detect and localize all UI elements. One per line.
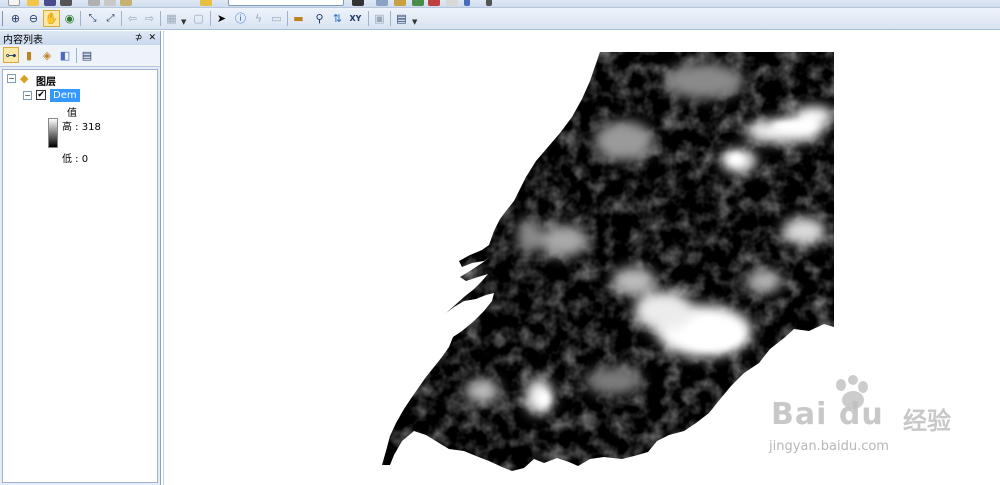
chevron-down-icon[interactable]: ▼ [412, 18, 417, 26]
zoom-in-icon[interactable]: ⊕ [7, 10, 24, 27]
data-frame-label[interactable]: 图层 [36, 73, 56, 88]
identify-icon[interactable]: ⓘ [232, 10, 249, 27]
list-by-source-icon[interactable]: ▮ [21, 47, 37, 63]
toolbar-separator [210, 11, 211, 26]
list-by-visibility-icon[interactable]: ◈ [39, 47, 55, 63]
toc-header: 内容列表 ⊅ ✕ [0, 31, 160, 46]
full-extent-icon[interactable]: ◉ [61, 10, 78, 27]
paste-icon[interactable] [120, 0, 132, 6]
toolbar-separator [390, 11, 391, 26]
clear-selection-icon[interactable]: ▢ [190, 10, 207, 27]
options-icon[interactable]: ▤ [79, 47, 95, 63]
help-icon[interactable] [464, 0, 470, 6]
chevron-down-icon[interactable]: ▼ [181, 18, 186, 26]
add-data-icon[interactable] [200, 0, 212, 6]
fixed-zoom-out-icon[interactable]: ⤢ [102, 10, 119, 27]
toolbar-separator [160, 11, 161, 26]
save-icon[interactable] [44, 0, 56, 6]
select-elements-icon[interactable]: ➤ [213, 10, 230, 27]
toc-toolbar: ⊶ ▮ ◈ ◧ ▤ [0, 45, 160, 67]
find-icon[interactable]: ⚲ [311, 10, 328, 27]
watermark-suffix: 经验 [903, 407, 951, 435]
go-back-icon[interactable]: ⇦ [124, 10, 141, 27]
go-forward-icon[interactable]: ⇨ [141, 10, 158, 27]
fixed-zoom-in-icon[interactable]: ⤡ [84, 10, 101, 27]
tools-toolbar: ⊕ ⊖ ✋ ◉ ⤡ ⤢ ⇦ ⇨ ▦ ▼ ▢ ➤ ⓘ ϟ ▭ ▬ ⚲ ⇅ XY ▣… [0, 8, 1000, 30]
cut-icon[interactable] [88, 0, 100, 6]
scale-box[interactable] [228, 0, 344, 6]
table-icon[interactable] [376, 0, 388, 6]
toolbar-separator [121, 11, 122, 26]
list-by-drawing-order-icon[interactable]: ⊶ [3, 47, 19, 63]
layers-icon: ◆ [20, 72, 29, 85]
search-window-icon[interactable] [428, 0, 440, 6]
zoom-out-icon[interactable]: ⊖ [25, 10, 42, 27]
list-by-selection-icon[interactable]: ◧ [57, 47, 73, 63]
watermark: Bai du 经验 jingyan.baidu.com [761, 375, 981, 470]
toc-tree: − ◆ 图层 − ✔ Dem 值 高 : 318 低 : 0 [2, 69, 158, 483]
toolbar-separator [287, 11, 288, 26]
copy-icon[interactable] [104, 0, 116, 6]
new-icon[interactable] [8, 0, 20, 6]
print-icon[interactable] [60, 0, 72, 6]
watermark-brand: Bai du [771, 397, 884, 432]
standard-toolbar [0, 0, 1000, 8]
open-icon[interactable] [27, 0, 39, 6]
toc-header-buttons: ⊅ ✕ [135, 33, 160, 43]
html-popup-icon[interactable]: ▭ [268, 10, 285, 27]
map-view[interactable]: Bai du 经验 jingyan.baidu.com [163, 31, 1000, 485]
measure-icon[interactable]: ▬ [290, 10, 307, 27]
close-icon[interactable]: ✕ [148, 33, 156, 43]
toolbar-grip [2, 11, 3, 26]
toolbar-separator [76, 48, 77, 63]
watermark-url: jingyan.baidu.com [769, 439, 889, 454]
legend-high-label: 高 : 318 [62, 122, 101, 133]
legend-field-label: 值 [67, 108, 77, 119]
layer-visibility-checkbox[interactable]: ✔ [36, 90, 46, 100]
toolbar-separator [80, 11, 81, 26]
toolbar-options-icon[interactable] [486, 0, 492, 6]
go-to-xy-icon[interactable]: XY [347, 10, 364, 27]
layer-name[interactable]: Dem [50, 89, 80, 102]
pin-icon[interactable]: ⊅ [135, 33, 143, 43]
catalog-icon[interactable] [412, 0, 424, 6]
viewer-window-icon[interactable]: ▤ [393, 10, 410, 27]
find-route-icon[interactable]: ⇅ [329, 10, 346, 27]
table-of-contents: 内容列表 ⊅ ✕ ⊶ ▮ ◈ ◧ ▤ − ◆ 图层 − ✔ Dem 值 高 : … [0, 31, 161, 485]
toolbar-separator [368, 11, 369, 26]
hyperlink-icon[interactable]: ϟ [250, 10, 267, 27]
select-features-icon[interactable]: ▦ [163, 10, 180, 27]
pan-icon[interactable]: ✋ [43, 10, 60, 27]
legend-low-label: 低 : 0 [62, 154, 89, 165]
collapse-icon[interactable]: − [23, 91, 32, 100]
editor-icon[interactable] [352, 0, 364, 6]
python-icon[interactable] [446, 0, 458, 6]
toolbox-icon[interactable] [394, 0, 406, 6]
time-slider-icon[interactable]: ▣ [371, 10, 388, 27]
toc-title: 内容列表 [3, 34, 43, 46]
collapse-icon[interactable]: − [7, 74, 16, 83]
legend-color-ramp [48, 118, 58, 148]
